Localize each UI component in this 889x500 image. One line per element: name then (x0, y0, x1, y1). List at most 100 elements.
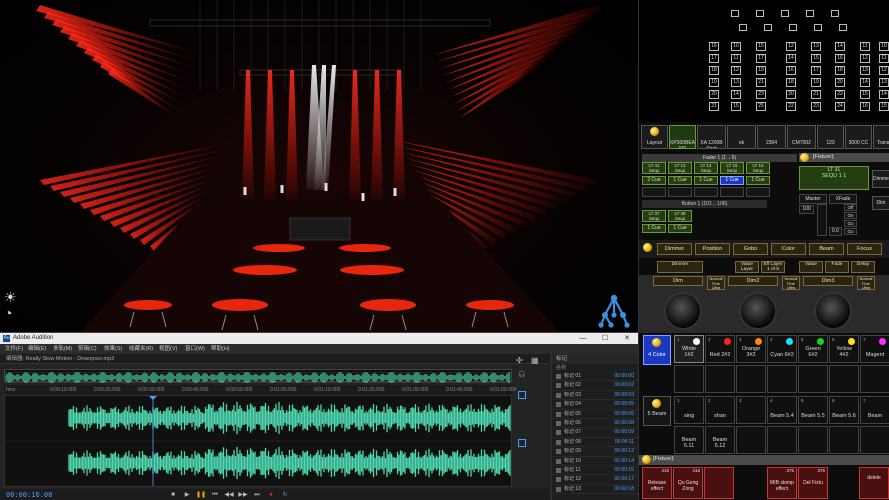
master-button[interactable]: Off (844, 204, 857, 211)
fixture-cell[interactable]: 13 (731, 78, 741, 87)
fixture-cell[interactable] (731, 10, 739, 17)
fixture-cell[interactable]: 20 (709, 90, 719, 99)
fixture-cell[interactable]: 18 (709, 66, 719, 75)
fixture-cell[interactable]: 12 (879, 66, 889, 75)
fixture-cell[interactable]: 15 (811, 54, 821, 63)
attribute-tab[interactable]: Color (771, 243, 806, 255)
macro-item[interactable]: 376 Del Fixtu (798, 467, 828, 499)
encoder-knob[interactable] (664, 292, 702, 330)
record-button[interactable]: ● (266, 490, 276, 500)
beam-pool-empty[interactable] (767, 426, 797, 454)
encoder-label[interactable]: Dim3 (803, 276, 853, 286)
encoder-label[interactable]: Dim (653, 276, 703, 286)
fixture-cell[interactable] (789, 24, 797, 31)
fixture-cell[interactable]: 15 (731, 102, 741, 111)
color-pool-item[interactable]: 2 Red 2#2 (705, 335, 735, 363)
color-pool-item[interactable]: 7 Magent (860, 335, 889, 363)
attribute-tab[interactable]: Gobo (733, 243, 768, 255)
beam-pool-item[interactable]: 7 Beam (860, 396, 889, 424)
fixture-ball-icon[interactable] (800, 153, 809, 162)
fixture-cell[interactable]: 25 (756, 102, 766, 111)
color-pool-empty[interactable] (736, 365, 766, 393)
attribute-tab[interactable]: Position (695, 243, 730, 255)
loop-button[interactable]: ↻ (280, 490, 290, 500)
executor-cue[interactable]: 1 Cue (694, 176, 718, 185)
attribute-tab[interactable]: Dimmer (657, 243, 692, 255)
view-tab[interactable]: CM7002 (787, 125, 816, 149)
macro-item[interactable]: 415 Release effect (642, 467, 672, 499)
executor-fader[interactable] (720, 187, 744, 197)
encoder-mode[interactable]: Normal Fine Ultra (857, 276, 875, 290)
marker-row[interactable]: 标记 10 00:00:14 (552, 457, 638, 466)
macro-item[interactable]: delete (859, 467, 889, 499)
headphone-icon[interactable]: 🎧 (518, 371, 525, 378)
fixture-cell[interactable] (739, 24, 747, 31)
fixture-cell[interactable]: 16 (835, 54, 845, 63)
beam-pool-empty[interactable] (829, 426, 859, 454)
fixture-cell[interactable]: 18 (835, 66, 845, 75)
fixture-cell[interactable]: 12 (731, 66, 741, 75)
executor-head[interactable]: LT 41 Sequ (642, 162, 666, 174)
beam-pool-item[interactable]: Beam 5.12 (705, 426, 735, 454)
marker-row[interactable]: 标记 12 00:00:17 (552, 475, 638, 485)
encoder-mode[interactable]: Normal Fine Ultra (707, 276, 725, 290)
markers-column-header[interactable]: 名称 (552, 364, 638, 372)
menu-edit[interactable]: 编辑(E) (28, 344, 46, 354)
fixture-cell[interactable]: 12 (786, 42, 796, 51)
fixture-cell[interactable]: 15 (860, 90, 870, 99)
audition-titlebar[interactable]: Au Adobe Audition — ☐ ✕ (0, 333, 638, 344)
fixture-cell[interactable]: 11 (860, 42, 870, 51)
marker-row[interactable]: 标记 04 00:00:05 (552, 400, 638, 410)
fixture-cell[interactable]: 11 (879, 54, 889, 63)
fixture-cell[interactable]: 13 (860, 66, 870, 75)
fixture-cell[interactable]: 10 (731, 42, 741, 51)
main-executor[interactable]: LT 31 SEQU 1 1 (799, 166, 869, 190)
marker-row[interactable]: 标记 09 00:00:12 (552, 447, 638, 457)
fixture-cell[interactable]: 14 (731, 90, 741, 99)
fixture-cell[interactable]: 17 (756, 54, 766, 63)
fixture-cell[interactable]: 23 (756, 90, 766, 99)
attribute-button[interactable]: Value (799, 261, 823, 273)
fixture-cell[interactable]: 15 (879, 102, 889, 111)
channel-r-toggle[interactable] (518, 439, 526, 447)
fixture-cell[interactable]: 20 (786, 90, 796, 99)
attribute-tab[interactable]: Focus (847, 243, 882, 255)
executor-cue[interactable]: 1 Cue (720, 176, 744, 185)
beam-pool-item[interactable]: 5 Beam 5.5 (798, 396, 828, 424)
marker-row[interactable]: 标记 01 00:00:00 (552, 372, 638, 382)
fixture-cell[interactable] (839, 24, 847, 31)
fixture-cell[interactable]: 22 (835, 90, 845, 99)
executor-fader[interactable] (746, 187, 770, 197)
stage-viewport[interactable]: ☀ ◔ (0, 0, 638, 332)
fixture-cell[interactable]: 14 (860, 78, 870, 87)
color-pool-empty[interactable] (674, 365, 704, 393)
color-pool-item[interactable]: 6 Yellow 4#2 (829, 335, 859, 363)
executor-cue[interactable]: 1 Cue (642, 224, 666, 233)
editor-tab[interactable]: 编辑器: Really Slow Motion - Downpour.mp3 (0, 354, 550, 364)
menu-favorites[interactable]: 收藏夹(R) (129, 344, 153, 354)
forward-button[interactable]: ▶▶ (238, 490, 248, 500)
master-fader[interactable] (817, 204, 827, 236)
attribute-button[interactable]: Dimmer (657, 261, 703, 273)
attribute-tab[interactable]: Beam (809, 243, 844, 255)
master-button[interactable]: Go (844, 228, 857, 235)
view-tab[interactable]: 123 (817, 125, 844, 149)
fixture-cell[interactable]: 19 (709, 78, 719, 87)
marker-row[interactable]: 标记 07 00:00:09 (552, 428, 638, 438)
color-pool-empty[interactable] (829, 365, 859, 393)
color-pool-empty[interactable] (860, 365, 889, 393)
fixture-cell[interactable]: 14 (879, 90, 889, 99)
color-pool-item[interactable]: 1 White 1#2 (674, 335, 704, 363)
fixture-cell[interactable]: 21 (756, 78, 766, 87)
fixture-cell[interactable]: 23 (811, 102, 821, 111)
master-button[interactable]: On (844, 212, 857, 219)
beam-pool-empty[interactable] (860, 426, 889, 454)
markers-panel-title[interactable]: 标记 (552, 354, 638, 364)
fixture-cell[interactable]: 15 (756, 42, 766, 51)
side-dim-button[interactable]: Dim (872, 196, 889, 210)
attribute-button[interactable]: Delay (851, 261, 875, 273)
marker-row[interactable]: 标记 02 00:00:02 (552, 381, 638, 391)
fixture-cell[interactable] (806, 10, 814, 17)
fixture-cell[interactable]: 10 (879, 42, 889, 51)
close-button[interactable]: ✕ (616, 333, 638, 344)
